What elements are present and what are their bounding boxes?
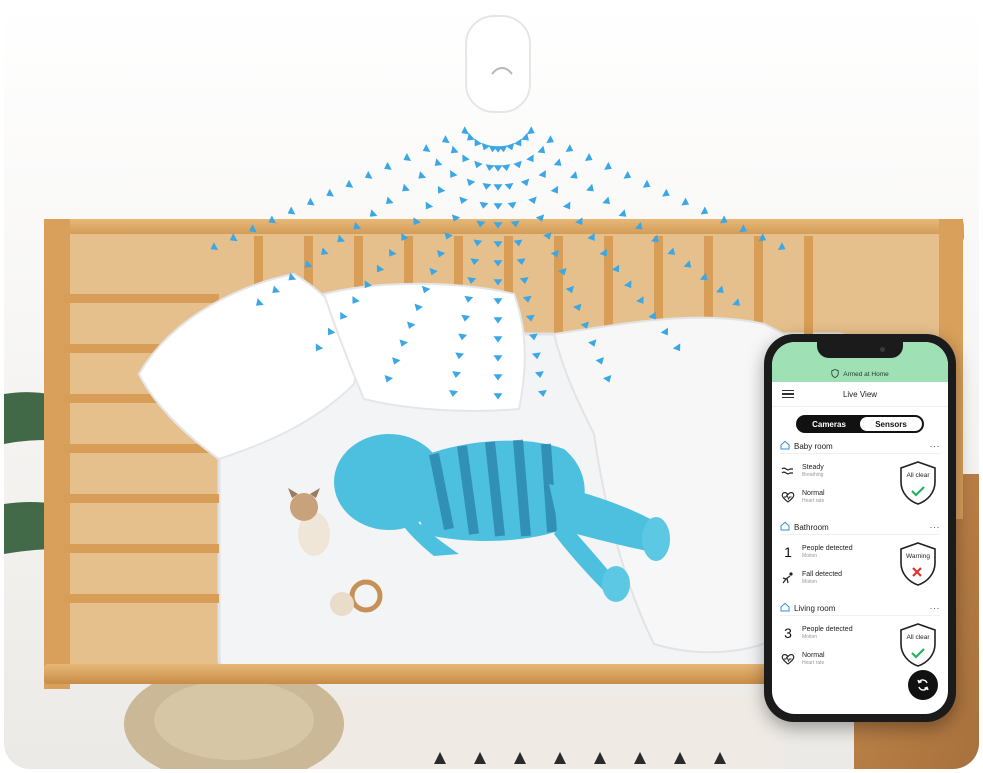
heart-rate-icon <box>780 489 796 505</box>
sensor-row-title: Steady <box>802 464 824 471</box>
app-screen: Armed at Home Live View Cameras Sensors … <box>772 342 948 714</box>
sensor-row-subtitle: Motion <box>802 553 818 559</box>
room-card[interactable]: Living room ··· 3 People detected Motion… <box>772 601 948 676</box>
sensor-row-title: People detected <box>802 626 853 633</box>
room-header: Bathroom ··· <box>780 520 940 534</box>
home-icon <box>780 602 794 614</box>
refresh-icon <box>917 679 929 691</box>
room-list: Baby room ··· Steady Breathing Normal He… <box>772 439 948 676</box>
app-nav-bar: Live View <box>772 382 948 407</box>
sensor-row: Normal Heart rate <box>780 646 898 672</box>
sensor-row: Fall detected Motion <box>780 565 898 591</box>
fall-person-icon <box>780 570 796 586</box>
warning-shield-icon: Warning <box>898 541 938 587</box>
sensor-row-subtitle: Breathing <box>802 472 824 478</box>
more-options-icon[interactable]: ··· <box>930 441 941 451</box>
room-name: Living room <box>794 603 836 613</box>
status-badge-label: All clear <box>906 472 930 479</box>
room-card[interactable]: Bathroom ··· 1 People detected Motion Fa… <box>772 520 948 595</box>
shield-icon <box>831 369 839 378</box>
all-clear-shield-icon: All clear <box>898 460 938 506</box>
sensor-row-subtitle: Heart rate <box>802 660 825 666</box>
people-count: 1 <box>784 544 792 560</box>
page-title: Live View <box>842 389 878 399</box>
sensor-row: 1 People detected Motion <box>780 539 898 565</box>
sensor-row-title: Normal <box>802 652 825 659</box>
ceiling-sensor <box>465 15 531 113</box>
status-badge-label: Warning <box>906 553 930 560</box>
status-badge-label: All clear <box>906 634 930 641</box>
tab-cameras[interactable]: Cameras <box>798 417 860 431</box>
sensor-row-title: Normal <box>802 490 825 497</box>
room-card[interactable]: Baby room ··· Steady Breathing Normal He… <box>772 439 948 514</box>
room-name: Baby room <box>794 441 833 451</box>
sensor-row-subtitle: Motion <box>802 579 818 585</box>
room-header: Living room ··· <box>780 601 940 615</box>
more-options-icon[interactable]: ··· <box>930 603 941 613</box>
hamburger-menu-icon[interactable] <box>782 390 794 399</box>
sensor-row: Steady Breathing <box>780 458 898 484</box>
tab-sensors[interactable]: Sensors <box>860 417 922 431</box>
phone-notch <box>817 342 903 358</box>
view-toggle: Cameras Sensors <box>796 415 924 433</box>
sensor-row: Normal Heart rate <box>780 484 898 510</box>
room-name: Bathroom <box>794 522 829 532</box>
all-clear-shield-icon: All clear <box>898 622 938 668</box>
people-count: 3 <box>784 625 792 641</box>
breathing-wave-icon <box>780 463 796 479</box>
armed-status-text: Armed at Home <box>843 371 889 378</box>
home-icon <box>780 521 794 533</box>
room-body: 3 People detected Motion Normal Heart ra… <box>780 615 940 676</box>
room-body: 1 People detected Motion Fall detected M… <box>780 534 940 595</box>
home-icon <box>780 440 794 452</box>
sensor-row-title: People detected <box>802 545 853 552</box>
sensor-row: 3 People detected Motion <box>780 620 898 646</box>
room-header: Baby room ··· <box>780 439 940 453</box>
more-options-icon[interactable]: ··· <box>930 522 941 532</box>
phone-mockup: Armed at Home Live View Cameras Sensors … <box>764 334 956 722</box>
hero-image: Armed at Home Live View Cameras Sensors … <box>4 4 979 769</box>
sensor-row-title: Fall detected <box>802 571 843 578</box>
room-body: Steady Breathing Normal Heart rate All c… <box>780 453 940 514</box>
sensor-row-subtitle: Motion <box>802 634 818 640</box>
sensor-row-subtitle: Heart rate <box>802 498 825 504</box>
refresh-button[interactable] <box>908 670 938 700</box>
heart-rate-icon <box>780 651 796 667</box>
